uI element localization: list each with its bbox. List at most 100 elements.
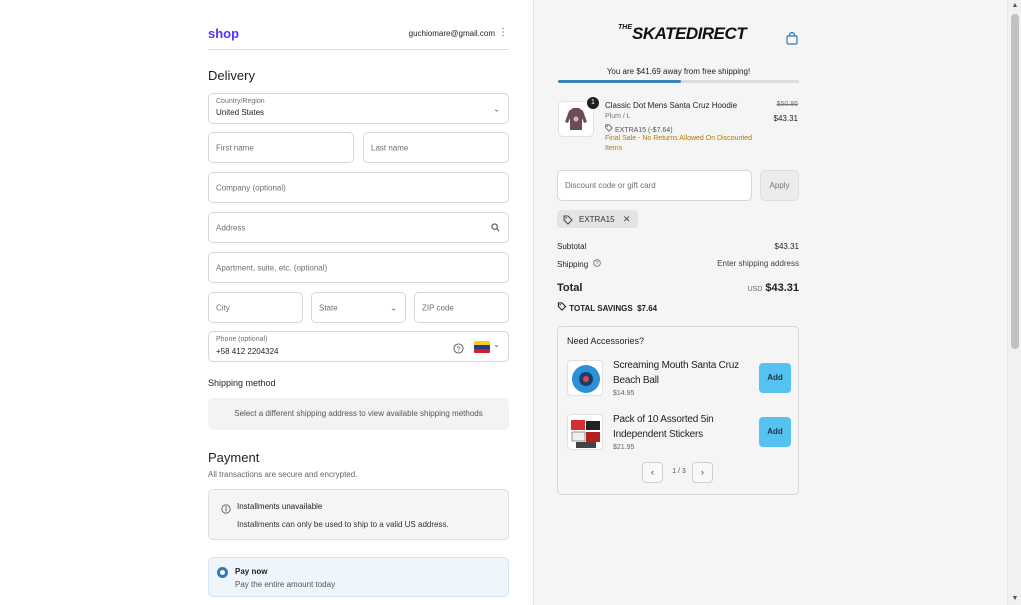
apartment-field[interactable]: Apartment, suite, etc. (optional)	[208, 252, 509, 283]
country-select[interactable]: Country/Region United States ⌄	[208, 93, 509, 124]
svg-text:?: ?	[456, 344, 460, 353]
applied-discount-chip: EXTRA15 ✕	[557, 210, 639, 228]
chevron-down-icon[interactable]: ⌄	[493, 340, 500, 349]
payment-subtitle: All transactions are secure and encrypte…	[208, 470, 358, 479]
chevron-down-icon: ⌄	[390, 303, 397, 312]
address-field[interactable]: Address	[208, 212, 509, 243]
last-name-field[interactable]: Last name	[363, 132, 509, 163]
page-scrollbar[interactable]: ▲ ▼	[1007, 0, 1021, 605]
svg-text:?: ?	[596, 261, 599, 267]
total-label: Total	[557, 282, 583, 294]
phone-value: +58 412 2204324	[216, 347, 279, 356]
stickers-image	[567, 414, 603, 450]
apply-button[interactable]: Apply	[760, 170, 799, 201]
account-email: guchiomare@gmail.com	[408, 29, 495, 38]
shop-logo[interactable]: shop	[208, 26, 239, 41]
accessory-name[interactable]: Pack of 10 Assorted 5in Independent Stic…	[613, 412, 751, 442]
accessory-name[interactable]: Screaming Mouth Santa Cruz Beach Ball	[613, 358, 751, 388]
pay-now-subtitle: Pay the entire amount today	[235, 580, 336, 589]
item-discount-text: EXTRA15 (-$7.64)	[614, 127, 673, 134]
country-flag-icon[interactable]	[474, 341, 490, 353]
accessories-panel: Need Accessories? Screaming Mouth Santa …	[557, 326, 799, 495]
total-currency: USD	[747, 286, 763, 293]
account-bar: shop guchiomare@gmail.com ⋮	[208, 24, 509, 50]
remove-discount-icon[interactable]: ✕	[623, 214, 631, 224]
accessory-item: Pack of 10 Assorted 5in Independent Stic…	[567, 412, 791, 456]
free-shipping-progress-fill	[558, 80, 681, 83]
accessory-item: Screaming Mouth Santa Cruz Beach Ball $1…	[567, 358, 791, 402]
pay-now-title: Pay now	[235, 567, 268, 576]
item-original-price: $50.95	[776, 101, 798, 108]
city-field[interactable]: City	[208, 292, 303, 323]
accessories-title: Need Accessories?	[567, 336, 645, 346]
payment-heading: Payment	[208, 450, 260, 465]
apartment-placeholder: Apartment, suite, etc. (optional)	[216, 263, 328, 272]
shipping-label: Shipping	[557, 260, 589, 269]
subtotal-label: Subtotal	[557, 242, 587, 251]
quantity-badge: 1	[587, 97, 599, 109]
last-name-placeholder: Last name	[371, 143, 409, 152]
shopping-bag-icon[interactable]	[786, 31, 798, 50]
scroll-down-icon[interactable]: ▼	[1011, 595, 1019, 603]
scrollbar-thumb[interactable]	[1011, 14, 1019, 349]
zip-placeholder: ZIP code	[422, 303, 454, 312]
help-icon[interactable]: ?	[593, 259, 602, 269]
brand-text: SKATEDIRECT	[632, 24, 747, 43]
shipping-value: Enter shipping address	[717, 259, 799, 268]
skatedirect-logo[interactable]: THESKATEDIRECT	[618, 24, 747, 44]
info-icon	[221, 501, 231, 519]
phone-field[interactable]: Phone (optional) +58 412 2204324 ? ⌄	[208, 331, 509, 362]
item-discount: EXTRA15 (-$7.64)	[605, 124, 673, 134]
search-icon	[491, 219, 500, 237]
chevron-right-icon[interactable]: ›	[692, 462, 713, 483]
final-sale-note: Final Sale - No Returns Allowed On Disco…	[605, 135, 753, 152]
tag-icon	[557, 302, 569, 313]
company-field[interactable]: Company (optional)	[208, 172, 509, 203]
free-shipping-message: You are $41.69 away from free shipping!	[606, 67, 751, 76]
shipping-method-notice: Select a different shipping address to v…	[208, 398, 509, 430]
pay-now-option[interactable]: Pay now Pay the entire amount today	[208, 557, 509, 597]
address-placeholder: Address	[216, 223, 246, 232]
total-row: Total USD $43.31	[557, 282, 799, 294]
accessory-price: $21.95	[613, 444, 635, 451]
checkout-form-column: shop guchiomare@gmail.com ⋮ Delivery Cou…	[0, 0, 533, 605]
item-price: $43.31	[773, 114, 798, 123]
scroll-up-icon[interactable]: ▲	[1011, 2, 1019, 10]
first-name-placeholder: First name	[216, 143, 254, 152]
accessories-pager: ‹ 1 / 3 ›	[642, 462, 716, 483]
discount-code-input[interactable]: Discount code or gift card	[557, 170, 752, 201]
country-label: Country/Region	[216, 98, 265, 105]
total-value: $43.31	[765, 282, 799, 294]
order-summary-column: THESKATEDIRECT You are $41.69 away from …	[533, 0, 1007, 605]
phone-label: Phone (optional)	[216, 336, 268, 343]
city-placeholder: City	[216, 303, 230, 312]
discount-placeholder: Discount code or gift card	[565, 181, 656, 190]
chevron-down-icon: ⌄	[493, 104, 500, 113]
installments-text: Installments can only be used to ship to…	[237, 520, 449, 529]
state-placeholder: State	[319, 303, 338, 312]
shipping-method-heading: Shipping method	[208, 378, 276, 388]
item-title: Classic Dot Mens Santa Cruz Hoodie	[605, 101, 738, 110]
add-accessory-button[interactable]: Add	[759, 417, 791, 447]
tag-icon	[605, 124, 615, 134]
add-accessory-button[interactable]: Add	[759, 363, 791, 393]
free-shipping-progress	[558, 80, 799, 83]
state-select[interactable]: State ⌄	[311, 292, 406, 323]
subtotal-value: $43.31	[774, 242, 799, 251]
first-name-field[interactable]: First name	[208, 132, 354, 163]
brand-small-text: THE	[618, 24, 632, 31]
zip-field[interactable]: ZIP code	[414, 292, 509, 323]
applied-code: EXTRA15	[579, 215, 615, 224]
installments-notice: Installments unavailable Installments ca…	[208, 489, 509, 540]
chevron-left-icon[interactable]: ‹	[642, 462, 663, 483]
pay-now-radio[interactable]	[217, 567, 228, 578]
total-savings-text: TOTAL SAVINGS $7.64	[569, 304, 658, 313]
pager-text: 1 / 3	[672, 468, 686, 475]
help-icon[interactable]: ?	[453, 341, 464, 359]
more-options-icon[interactable]: ⋮	[498, 27, 508, 38]
item-variant: Plum / L	[605, 113, 631, 120]
shipping-row: Shipping ? Enter shipping address	[557, 259, 799, 269]
installments-title: Installments unavailable	[237, 502, 323, 511]
company-placeholder: Company (optional)	[216, 183, 286, 192]
delivery-heading: Delivery	[208, 68, 255, 83]
